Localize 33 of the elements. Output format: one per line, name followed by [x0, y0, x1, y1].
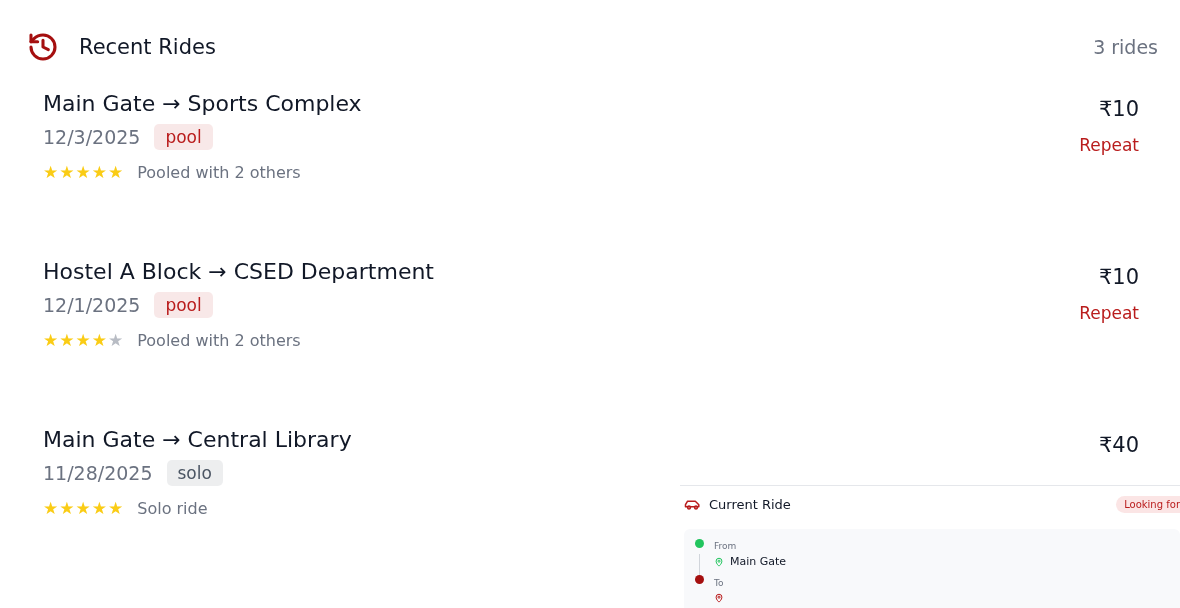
pin-icon	[714, 592, 724, 604]
star-rating: ★★★★★	[43, 162, 124, 182]
ride-price: ₹10	[1098, 265, 1139, 289]
ride-date: 11/28/2025	[43, 462, 153, 484]
ride-route: Hostel A Block → CSED Department	[43, 258, 434, 286]
status-badge: Looking for	[1116, 495, 1180, 513]
ride-price: ₹10	[1098, 97, 1139, 121]
car-icon	[684, 497, 701, 511]
origin-dot	[695, 539, 704, 548]
ride-date: 12/3/2025	[43, 126, 141, 148]
history-icon	[27, 31, 59, 63]
ride-count: 3 rides	[1093, 36, 1158, 58]
ride-date: 12/1/2025	[43, 294, 141, 316]
star-rating: ★★★★★	[43, 330, 124, 350]
origin-name: Main Gate	[730, 555, 787, 568]
to-label: To	[714, 578, 725, 588]
ride-note: Pooled with 2 others	[137, 162, 301, 182]
repeat-link[interactable]: Repeat	[1079, 303, 1139, 323]
section-title: Recent Rides	[79, 35, 217, 59]
ride-note: Solo ride	[137, 498, 208, 518]
destination-dot	[695, 575, 704, 584]
ride-note: Pooled with 2 others	[137, 330, 301, 350]
star-rating: ★★★★★	[43, 498, 124, 518]
ride-price: ₹40	[1098, 433, 1139, 457]
ride-type-tag: pool	[154, 292, 213, 318]
ride-type-tag: pool	[154, 124, 213, 150]
pin-icon	[714, 555, 724, 568]
repeat-link[interactable]: Repeat	[1079, 135, 1139, 155]
ride-route: Main Gate → Central Library	[43, 426, 352, 454]
panel-title: Current Ride	[709, 496, 792, 512]
ride-route: Main Gate → Sports Complex	[43, 90, 362, 118]
from-label: From	[714, 541, 738, 551]
ride-type-tag: solo	[166, 460, 223, 486]
